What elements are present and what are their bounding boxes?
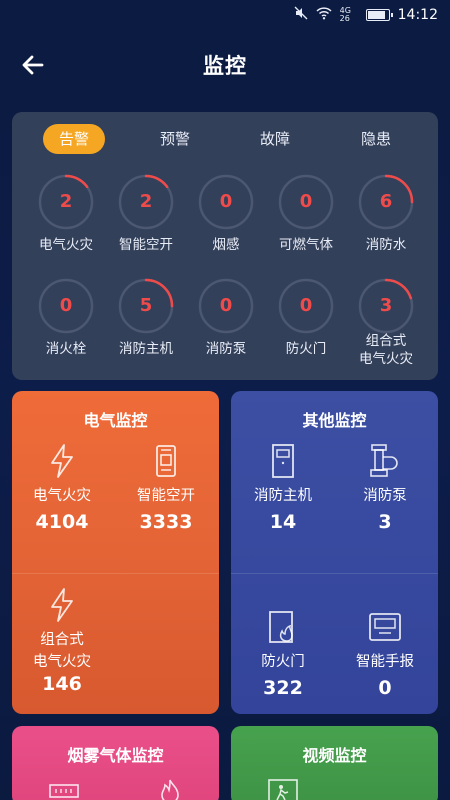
mute-icon [294, 6, 308, 24]
gauge-item[interactable]: 0 防火门 [276, 278, 336, 357]
nav-bar: 监控 [0, 30, 450, 100]
clock: 14:12 [397, 7, 438, 23]
item-label: 智能手报 [356, 654, 414, 670]
fire-door-item[interactable]: 防火门 322 [233, 609, 333, 699]
gauge-item[interactable]: 0 消防泵 [196, 278, 256, 357]
item-count: 146 [42, 673, 82, 695]
back-arrow-icon [22, 55, 44, 75]
fire-host-item[interactable]: 消防主机 14 [233, 443, 333, 533]
item-count: 14 [269, 511, 297, 533]
network-label: 4G 26 [339, 6, 351, 23]
item-label: 消防泵 [363, 488, 407, 504]
other-monitor-card[interactable]: 其他监控 消防主机 14 消防泵 3 防火门 322 智能手报 0 [231, 391, 438, 714]
combined-electric-fire-item[interactable]: 组合式 电气火灾 146 [12, 587, 112, 695]
page-title: 监控 [203, 54, 247, 78]
item-label: 防火门 [261, 654, 305, 670]
gauge-item[interactable]: 0 烟感 [196, 174, 256, 253]
wifi-icon [316, 6, 332, 24]
tab-fault[interactable]: 故障 [244, 124, 306, 154]
gauge-value: 5 [139, 295, 153, 316]
item-count: 3 [378, 511, 392, 533]
smoke-gas-monitor-card[interactable]: 烟雾气体监控 [12, 726, 219, 800]
card-divider [231, 573, 438, 574]
gauge-value: 2 [139, 191, 153, 212]
alarm-panel: 告警 预警 故障 隐患 2 电气火灾 2 智能空开 0 烟感 0 可燃气体 6 消防水 0 消火栓 5 消… [12, 112, 438, 380]
gauge-value: 0 [299, 295, 313, 316]
fire-host-icon [272, 444, 294, 478]
lightning-icon [51, 588, 73, 622]
gauge-item[interactable]: 0 消火栓 [36, 278, 96, 357]
electric-card-title: 电气监控 [83, 411, 148, 430]
gauge-item[interactable]: 0 可燃气体 [276, 174, 336, 253]
gauge-value: 0 [59, 295, 73, 316]
smoke-card-title: 烟雾气体监控 [67, 746, 164, 765]
exit-sign-icon [268, 779, 298, 800]
tab-warning[interactable]: 预警 [144, 124, 206, 154]
manual-alarm-item[interactable]: 智能手报 0 [335, 609, 435, 699]
alarm-tabs: 告警 预警 故障 隐患 [12, 124, 438, 154]
tab-hazard[interactable]: 隐患 [345, 124, 407, 154]
video-card-title: 视频监控 [302, 746, 367, 765]
fire-door-icon [269, 611, 293, 643]
electric-fire-item[interactable]: 电气火灾 4104 [12, 443, 112, 533]
battery-icon [365, 9, 393, 21]
gauge-item[interactable]: 2 电气火灾 [36, 174, 96, 253]
manual-alarm-icon [369, 613, 401, 641]
lightning-icon [51, 444, 73, 478]
gauge-label: 组合式 电气火灾 [359, 333, 413, 367]
status-bar: 4G 26 14:12 [0, 0, 450, 30]
gauge-value: 2 [59, 191, 73, 212]
gauge-item[interactable]: 2 智能空开 [116, 174, 176, 253]
electric-monitor-card[interactable]: 电气监控 电气火灾 4104 智能空开 3333 组合式 电气火灾 146 [12, 391, 219, 714]
other-card-title: 其他监控 [302, 411, 367, 430]
gauge-value: 3 [379, 295, 393, 316]
item-count: 4104 [35, 511, 89, 533]
fire-pump-item[interactable]: 消防泵 3 [335, 443, 435, 533]
item-label: 智能空开 [137, 488, 195, 504]
item-label: 消防主机 [254, 488, 312, 504]
item-count: 322 [263, 677, 303, 699]
smart-breaker-icon [156, 445, 176, 477]
gauge-item[interactable]: 3 组合式 电气火灾 [356, 278, 416, 367]
item-count: 3333 [139, 511, 193, 533]
fire-pump-icon [370, 444, 398, 477]
card-divider [12, 573, 219, 574]
tab-alarm[interactable]: 告警 [43, 124, 105, 154]
item-label: 电气火灾 [33, 488, 91, 504]
smoke-detector-icon [49, 784, 79, 798]
gauge-value: 0 [219, 295, 233, 316]
smart-breaker-item[interactable]: 智能空开 3333 [116, 443, 216, 533]
video-monitor-card[interactable]: 视频监控 [231, 726, 438, 800]
gauge-item[interactable]: 5 消防主机 [116, 278, 176, 357]
gauge-label: 消防水 [365, 237, 407, 253]
item-label: 组合式 电气火灾 [33, 632, 91, 670]
gauge-value: 6 [379, 191, 393, 212]
flame-icon [161, 779, 179, 800]
item-count: 0 [378, 677, 392, 699]
back-button[interactable] [20, 52, 50, 78]
gauge-item[interactable]: 6 消防水 [356, 174, 416, 253]
gauge-value: 0 [219, 191, 233, 212]
gauge-value: 0 [299, 191, 313, 212]
